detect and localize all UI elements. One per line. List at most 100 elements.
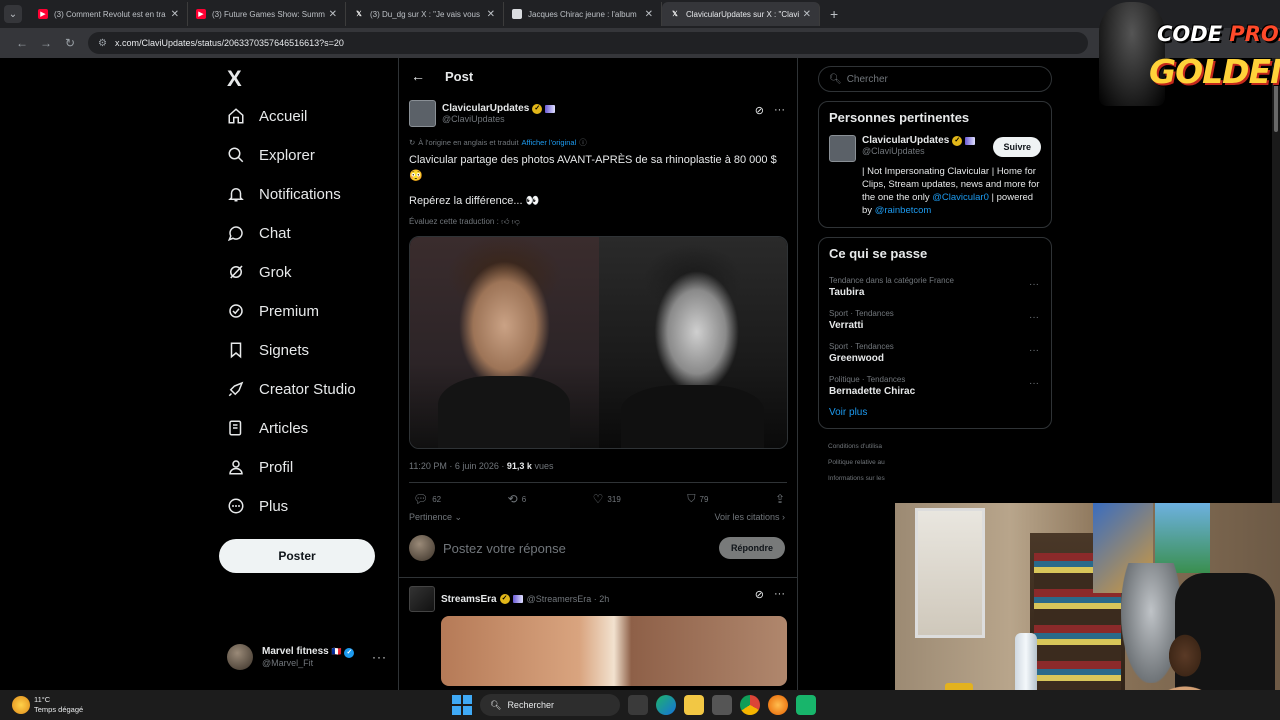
reply-author-name[interactable]: StreamsEra	[441, 594, 497, 605]
nav-item-profile[interactable]: Profil	[227, 452, 293, 482]
repost-action[interactable]: ⟲ 6	[508, 492, 527, 506]
info-icon[interactable]: ⓘ	[579, 137, 587, 148]
nav-item-more[interactable]: Plus	[227, 491, 288, 521]
footer-link[interactable]: Conditions d'utilisa	[828, 439, 1052, 455]
browser-tab[interactable]: ▶ (3) Future Games Show: Summ ✕	[188, 2, 346, 26]
chevron-down-icon: ⌄	[454, 512, 463, 522]
trend-item[interactable]: Tendance dans la catégorie France Taubir…	[829, 271, 1041, 304]
sort-dropdown[interactable]: Pertinence ⌄	[409, 512, 462, 523]
reply-media[interactable]	[441, 616, 787, 686]
reply-post[interactable]: StreamsEra ✓ @StreamersEra · 2h ⊘ ···	[399, 578, 797, 612]
more-icon[interactable]: ···	[774, 588, 785, 601]
footer-link[interactable]: Informations sur les	[828, 471, 1052, 487]
reply-action[interactable]: 💬︎ 62	[413, 492, 441, 506]
back-icon[interactable]: ←	[10, 36, 34, 50]
heart-icon: ♡	[592, 492, 604, 506]
reply-input[interactable]: Postez votre réponse	[443, 541, 719, 556]
nav-item-home[interactable]: Accueil	[227, 101, 307, 131]
reply-button[interactable]: Répondre	[718, 537, 785, 559]
grok-icon[interactable]: ⊘	[755, 588, 764, 601]
author-handle[interactable]: @ClaviUpdates	[442, 114, 555, 124]
more-icon[interactable]: ···	[1029, 279, 1039, 290]
close-tab-icon[interactable]: ✕	[645, 9, 653, 20]
nav-item-grok[interactable]: Grok	[227, 257, 292, 287]
trend-item[interactable]: Sport · Tendances Verratti ···	[829, 304, 1041, 337]
person-icon	[227, 458, 245, 476]
reply-author-row: StreamsEra ✓ @StreamersEra · 2h	[441, 586, 609, 612]
browser-tab-strip: ⌄ ▶ (3) Comment Revolut est en tra ✕ ▶ (3) …	[0, 0, 1280, 28]
close-tab-icon[interactable]: ✕	[803, 9, 811, 20]
quotes-link[interactable]: Voir les citations ›	[714, 512, 785, 523]
reload-icon[interactable]: ↻	[58, 36, 82, 50]
more-icon[interactable]: ···	[1029, 378, 1039, 389]
close-tab-icon[interactable]: ✕	[171, 9, 179, 20]
like-action[interactable]: ♡ 319	[593, 492, 621, 506]
windows-start-icon[interactable]	[452, 695, 472, 715]
nav-item-premium[interactable]: Premium	[227, 296, 319, 326]
see-more-link[interactable]: Voir plus	[829, 407, 1041, 418]
bio-mention-link[interactable]: @Clavicular0	[932, 192, 989, 203]
trend-item[interactable]: Politique · Tendances Bernadette Chirac …	[829, 370, 1041, 403]
post-time[interactable]: 11:20 PM · 6 juin 2026 ·	[409, 461, 504, 471]
nav-label: Articles	[259, 419, 309, 437]
nav-label: Grok	[259, 263, 292, 281]
follow-button[interactable]: Suivre	[993, 137, 1041, 157]
reply-count: 62	[432, 494, 442, 504]
post-button[interactable]: Poster	[219, 539, 375, 573]
close-tab-icon[interactable]: ✕	[487, 9, 495, 20]
firefox-icon[interactable]	[768, 695, 788, 715]
search-input[interactable]: 🔍︎ Chercher	[818, 66, 1052, 92]
person-avatar[interactable]	[829, 135, 856, 162]
nav-item-explore[interactable]: Explorer	[227, 140, 315, 170]
browser-toolbar: ← → ↻ ⚙ x.com/ClaviUpdates/status/206337…	[0, 28, 1280, 58]
close-tab-icon[interactable]: ✕	[329, 9, 337, 20]
show-original-link[interactable]: Afficher l'original	[522, 138, 577, 147]
thumbs-down-icon[interactable]: 👎︎	[512, 217, 520, 226]
author-avatar[interactable]	[409, 100, 436, 127]
bookmark-action[interactable]: ⛉ 79	[687, 492, 708, 506]
grok-icon[interactable]: ⊘	[755, 104, 764, 117]
footer-link[interactable]: Politique relative au	[828, 455, 1052, 471]
site-info-icon[interactable]: ⚙	[98, 38, 107, 49]
chrome-icon[interactable]	[740, 695, 760, 715]
more-icon[interactable]: ···	[1029, 312, 1039, 323]
taskbar-search[interactable]: 🔍︎ Rechercher	[480, 694, 620, 716]
account-switcher[interactable]: Marvel fitness 🇫🇷 ✓ @Marvel_Fit ···	[227, 644, 387, 670]
after-photo[interactable]	[598, 237, 787, 448]
search-icon: 🔍︎	[490, 699, 502, 710]
new-tab-icon[interactable]: +	[830, 6, 838, 22]
avatar[interactable]	[409, 586, 435, 612]
app-icon[interactable]	[796, 695, 816, 715]
tab-search-button[interactable]: ⌄	[4, 5, 22, 23]
more-icon[interactable]: ···	[774, 104, 785, 117]
nav-item-creator-studio[interactable]: Creator Studio	[227, 374, 356, 404]
browser-tab[interactable]: 𝕏 (3) Du_dg sur X : "Je vais vous ✕	[346, 2, 504, 26]
store-icon[interactable]	[712, 695, 732, 715]
weather-widget[interactable]: 11°C Temps dégagé	[12, 695, 162, 715]
back-arrow-icon[interactable]: ←	[411, 68, 425, 84]
nav-item-articles[interactable]: Articles	[227, 413, 308, 443]
before-photo[interactable]	[410, 237, 599, 448]
address-bar[interactable]: ⚙ x.com/ClaviUpdates/status/206337035764…	[88, 32, 1088, 54]
forward-icon[interactable]: →	[34, 36, 58, 50]
post-media[interactable]	[409, 236, 788, 449]
x-logo-icon[interactable]: X	[227, 66, 242, 92]
youtube-icon: ▶	[196, 9, 206, 19]
more-icon[interactable]: ···	[1029, 345, 1039, 356]
author-name-row[interactable]: ClavicularUpdates ✓	[442, 103, 556, 114]
browser-tab[interactable]: Jacques Chirac jeune : l'album ✕	[504, 2, 662, 26]
file-explorer-icon[interactable]	[684, 695, 704, 715]
task-view-icon[interactable]	[628, 695, 648, 715]
thumbs-up-icon[interactable]: 👍︎	[501, 217, 509, 226]
nav-item-chat[interactable]: Chat	[227, 218, 291, 248]
share-action[interactable]: ⇪	[775, 492, 785, 506]
edge-icon[interactable]	[656, 695, 676, 715]
bio-mention-link[interactable]: @rainbetcom	[875, 205, 932, 216]
nav-item-notifications[interactable]: Notifications	[227, 179, 341, 209]
reply-author-handle[interactable]: @StreamersEra · 2h	[527, 594, 610, 604]
more-icon[interactable]: ···	[372, 650, 387, 664]
browser-tab-active[interactable]: 𝕏 ClavicularUpdates sur X : "Clavi ✕	[662, 2, 820, 26]
nav-item-bookmarks[interactable]: Signets	[227, 335, 309, 365]
browser-tab[interactable]: ▶ (3) Comment Revolut est en tra ✕	[30, 2, 188, 26]
trend-item[interactable]: Sport · Tendances Greenwood ···	[829, 337, 1041, 370]
